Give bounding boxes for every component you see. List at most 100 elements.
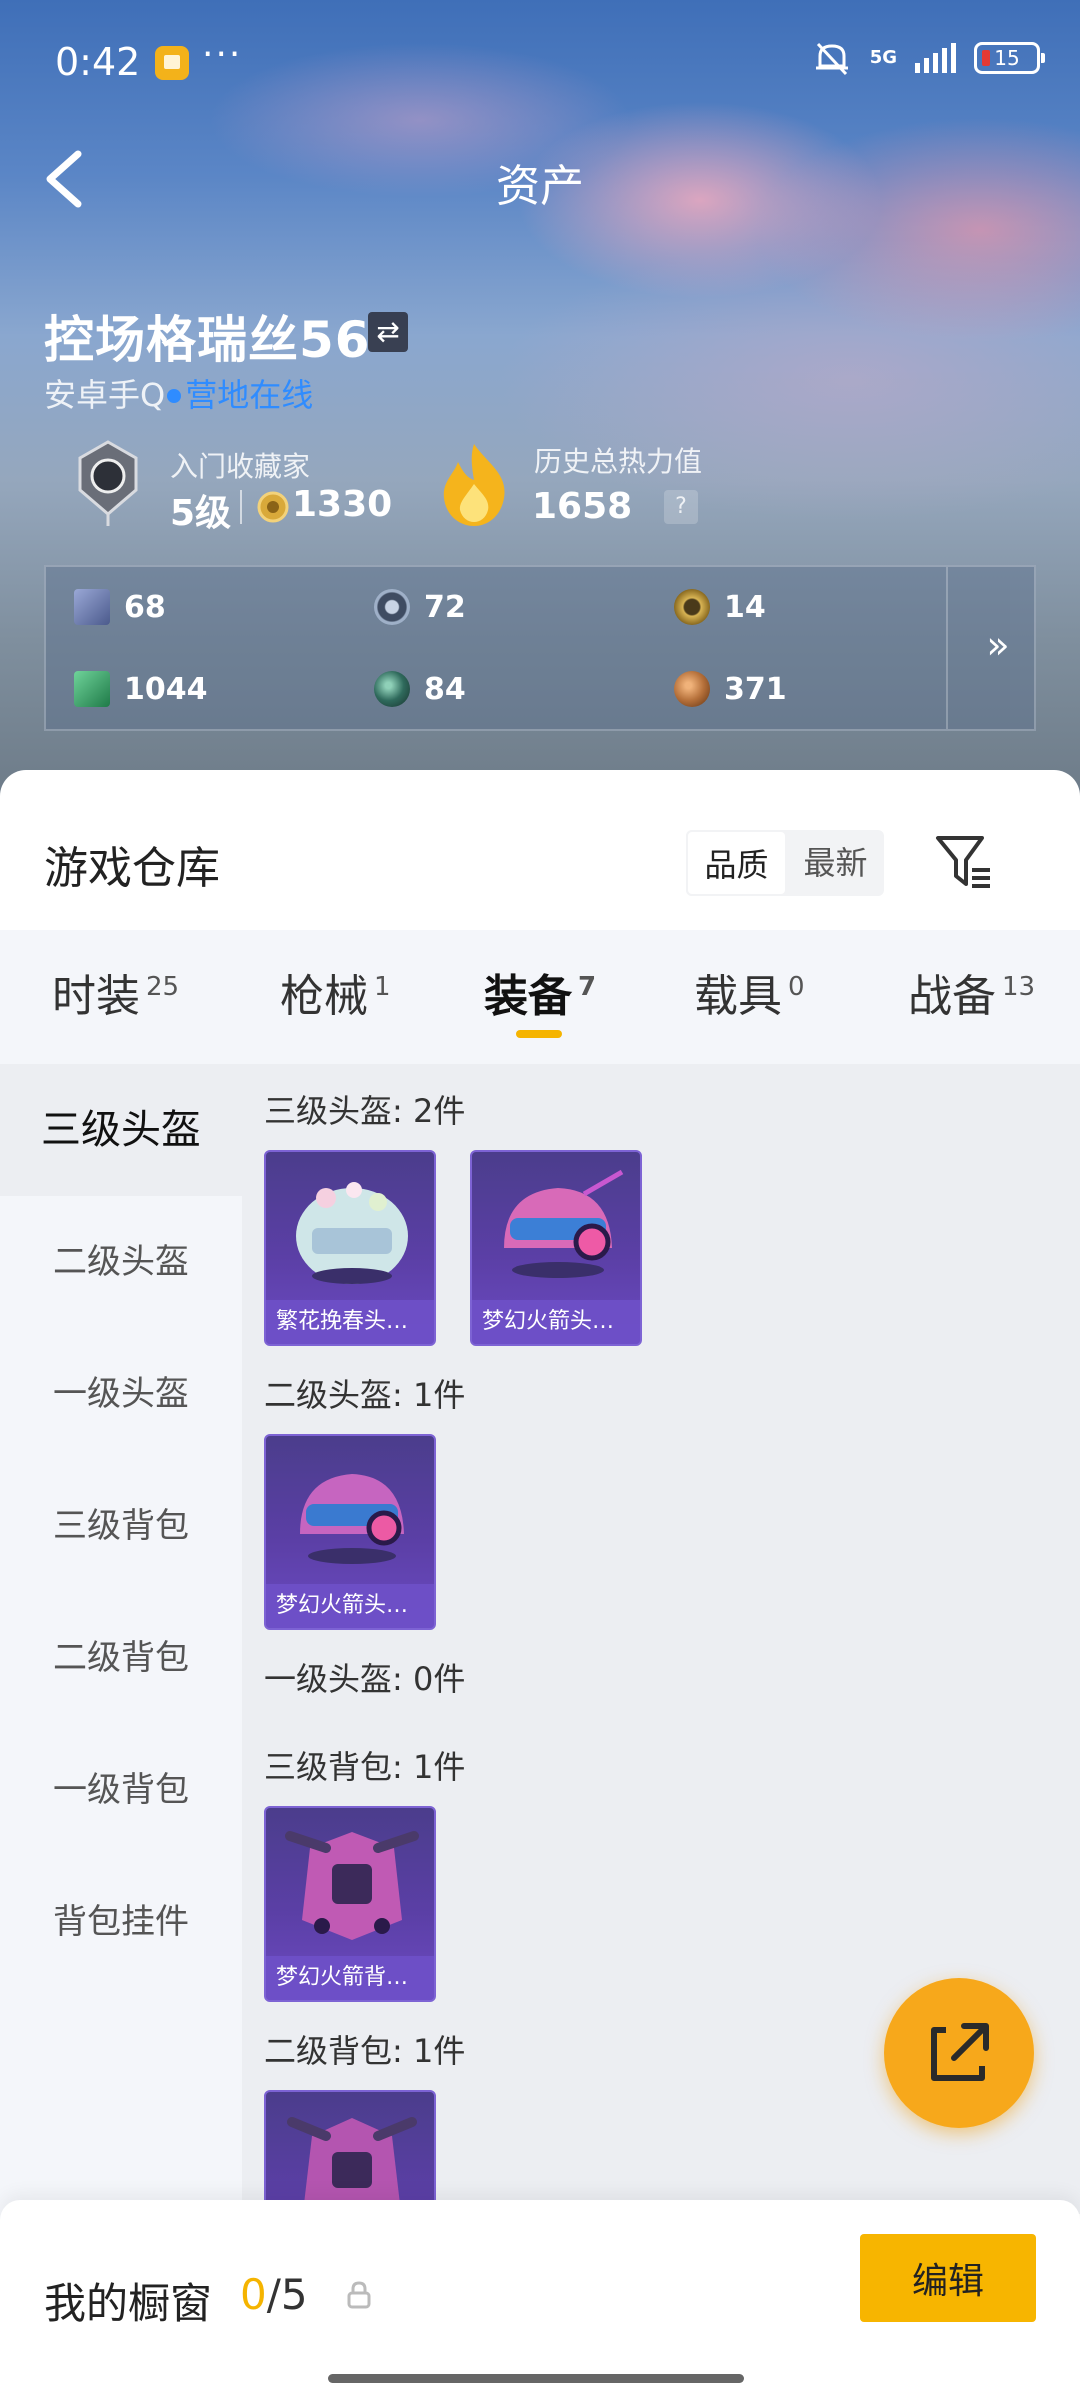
gold-badge-icon bbox=[674, 589, 710, 625]
tab-guns[interactable]: 枪械 1 bbox=[280, 930, 391, 1064]
resource-value: 72 bbox=[424, 589, 466, 625]
helmet-icon bbox=[504, 1169, 624, 1278]
divider bbox=[240, 490, 242, 524]
warehouse-sheet: 游戏仓库 品质 最新 时装 25 枪械 1 装备 7 载具 0 战备 13 三级头盔 二级… bbox=[0, 770, 1080, 2400]
green-orb-icon bbox=[374, 671, 410, 707]
category-backpack-2[interactable]: 二级背包 bbox=[0, 1592, 242, 1724]
share-icon[interactable] bbox=[884, 1978, 1034, 2128]
switch-account-icon[interactable]: ⇄ bbox=[368, 312, 408, 352]
category-backpack-1[interactable]: 一级背包 bbox=[0, 1724, 242, 1856]
collector-points: 1330 bbox=[292, 484, 393, 525]
group-title: 一级头盔: 0件 bbox=[264, 1660, 466, 1698]
group-title: 二级头盔: 1件 bbox=[264, 1376, 466, 1414]
signal-icon bbox=[915, 43, 956, 73]
online-dot-icon bbox=[167, 388, 182, 403]
resource-value: 14 bbox=[724, 589, 766, 625]
heat-value: 1658 bbox=[532, 486, 633, 527]
player-name: 控场格瑞丝56 bbox=[44, 311, 371, 369]
heat-title: 历史总热力值 bbox=[534, 445, 703, 478]
category-backpack-3[interactable]: 三级背包 bbox=[0, 1460, 242, 1592]
item-name: 繁花挽春头盔（三级） bbox=[266, 1300, 434, 1344]
showcase-current: 0 bbox=[240, 2270, 267, 2319]
player-platform: 安卓手Q bbox=[44, 376, 166, 414]
online-status: 营地在线 bbox=[185, 376, 314, 414]
group-title: 三级头盔: 2件 bbox=[264, 1092, 466, 1130]
network-type: 5G bbox=[869, 47, 897, 68]
help-icon[interactable]: ? bbox=[664, 490, 698, 524]
group-title: 二级背包: 1件 bbox=[264, 2032, 466, 2070]
category-list: 三级头盔 二级头盔 一级头盔 三级背包 二级背包 一级背包 背包挂件 bbox=[0, 1064, 242, 2224]
mute-icon bbox=[815, 42, 848, 76]
tab-fashion[interactable]: 时装 25 bbox=[52, 930, 179, 1064]
group-title: 三级背包: 1件 bbox=[264, 1748, 466, 1786]
helmet-icon bbox=[300, 1474, 404, 1564]
battery-level: 15 bbox=[994, 46, 1020, 70]
showcase-bar: 我的橱窗 0/5 编辑 bbox=[0, 2200, 1080, 2400]
tab-label: 时装 bbox=[52, 971, 140, 1022]
helmet-icon bbox=[296, 1182, 408, 1284]
category-helmet-3[interactable]: 三级头盔 bbox=[0, 1064, 242, 1196]
filter-icon[interactable] bbox=[934, 832, 994, 892]
active-tab-indicator bbox=[516, 1030, 562, 1038]
showcase-separator: / bbox=[266, 2270, 281, 2319]
notification-app-icon bbox=[155, 46, 189, 80]
backpack-icon bbox=[287, 2117, 417, 2214]
resource-panel[interactable]: 68 72 14 1044 84 371 » bbox=[44, 565, 1036, 731]
lock-icon bbox=[347, 2281, 371, 2309]
item-card[interactable]: 梦幻火箭头盔（三级） bbox=[470, 1150, 642, 1346]
tab-count: 25 bbox=[146, 972, 180, 1002]
flame-icon bbox=[443, 444, 505, 526]
tab-label: 装备 bbox=[484, 971, 572, 1022]
resource-item: 68 bbox=[74, 589, 166, 625]
home-indicator[interactable] bbox=[328, 2374, 744, 2383]
category-helmet-1[interactable]: 一级头盔 bbox=[0, 1328, 242, 1460]
resource-item: 1044 bbox=[74, 671, 208, 707]
item-card[interactable]: 梦幻火箭头盔（二级） bbox=[264, 1434, 436, 1630]
status-time: 0:42 bbox=[55, 40, 141, 84]
category-helmet-2[interactable]: 二级头盔 bbox=[0, 1196, 242, 1328]
item-name: 梦幻火箭头盔（二级） bbox=[266, 1584, 434, 1628]
resource-item: 371 bbox=[674, 671, 787, 707]
tab-vehicles[interactable]: 载具 0 bbox=[694, 930, 805, 1064]
tab-count: 13 bbox=[1002, 972, 1036, 1002]
showcase-label: 我的橱窗 bbox=[44, 2279, 213, 2328]
resource-item: 84 bbox=[374, 671, 466, 707]
green-ticket-icon bbox=[74, 671, 110, 707]
backpack-icon bbox=[285, 1831, 419, 1940]
item-name: 梦幻火箭头盔（三级） bbox=[472, 1300, 640, 1344]
sort-toggle: 品质 最新 bbox=[686, 830, 884, 896]
tab-supplies[interactable]: 战备 13 bbox=[908, 930, 1035, 1064]
warehouse-tabs: 时装 25 枪械 1 装备 7 载具 0 战备 13 bbox=[0, 930, 1080, 1064]
collector-badge-icon bbox=[78, 440, 138, 526]
bronze-coin-icon bbox=[674, 671, 710, 707]
category-backpack-charm[interactable]: 背包挂件 bbox=[0, 1856, 242, 1988]
status-bar: 0:42 ··· 5G 15 bbox=[0, 0, 1080, 120]
player-status: 安卓手Q 营地在线 bbox=[44, 370, 313, 416]
sort-quality-button[interactable]: 品质 bbox=[686, 830, 787, 896]
resource-item: 14 bbox=[674, 589, 766, 625]
header-background: 0:42 ··· 5G 15 资产 控场格瑞丝56 ⇄ 安卓手Q 营地在线 入门收… bbox=[0, 0, 1080, 800]
tab-equipment[interactable]: 装备 7 bbox=[484, 930, 596, 1064]
silver-coin-icon bbox=[374, 589, 410, 625]
tab-count: 0 bbox=[788, 972, 805, 1002]
edit-button[interactable]: 编辑 bbox=[860, 2234, 1036, 2322]
tab-label: 枪械 bbox=[280, 971, 368, 1022]
coin-icon bbox=[257, 491, 289, 523]
item-card[interactable]: 繁花挽春头盔（三级） bbox=[264, 1150, 436, 1346]
battery-icon: 15 bbox=[974, 42, 1045, 74]
tab-count: 1 bbox=[374, 972, 391, 1002]
item-card[interactable]: 梦幻火箭背包（三级） bbox=[264, 1806, 436, 2002]
page-title: 资产 bbox=[496, 161, 584, 212]
tab-count: 7 bbox=[578, 972, 597, 1002]
item-card[interactable] bbox=[264, 2090, 436, 2214]
more-notifications-icon: ··· bbox=[202, 34, 243, 75]
collector-title: 入门收藏家 bbox=[170, 450, 311, 483]
sort-newest-button[interactable]: 最新 bbox=[787, 830, 884, 896]
double-chevron-right-icon[interactable]: » bbox=[976, 623, 1020, 667]
resource-value: 84 bbox=[424, 671, 466, 707]
resource-value: 1044 bbox=[124, 671, 208, 707]
divider bbox=[946, 567, 948, 729]
showcase-max: 5 bbox=[280, 2270, 308, 2319]
tab-label: 战备 bbox=[908, 971, 996, 1022]
collector-level: 5级 bbox=[170, 493, 232, 534]
